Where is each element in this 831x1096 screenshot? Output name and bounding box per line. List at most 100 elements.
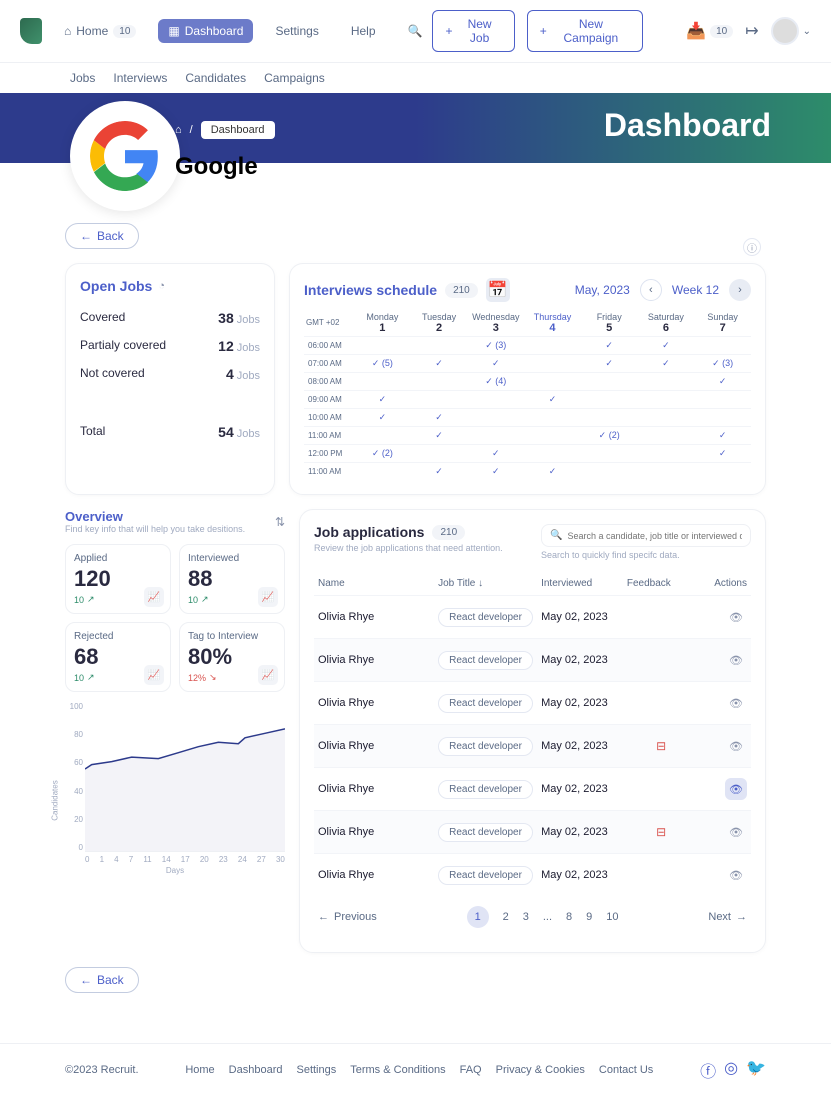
nav-help[interactable]: Help [341, 19, 386, 43]
view-button[interactable]: 👁 [725, 778, 747, 800]
page-number[interactable]: 2 [503, 911, 509, 923]
schedule-day[interactable]: Thursday4 [524, 310, 581, 336]
chart-icon[interactable]: 📈 [258, 587, 278, 607]
table-row[interactable]: Olivia Rhye React developer May 02, 2023… [314, 638, 751, 681]
view-button[interactable]: 👁 [725, 821, 747, 843]
subnav-interviews[interactable]: Interviews [113, 71, 167, 85]
footer-link[interactable]: Settings [296, 1064, 336, 1076]
subnav-jobs[interactable]: Jobs [70, 71, 95, 85]
open-jobs-row: Not covered4Jobs [80, 360, 260, 388]
page-number[interactable]: 9 [586, 911, 592, 923]
overview-title: Overview [65, 509, 245, 524]
table-row[interactable]: Olivia Rhye React developer May 02, 2023… [314, 681, 751, 724]
subnav-campaigns[interactable]: Campaigns [264, 71, 325, 85]
home-icon[interactable]: ⌂ [175, 124, 182, 136]
schedule-day[interactable]: Friday5 [581, 310, 638, 336]
schedule-day[interactable]: Wednesday3 [467, 310, 524, 336]
schedule-slot[interactable]: 07:00 AM✓ (5)✓✓✓✓✓ (3) [304, 354, 751, 372]
page-number[interactable]: 8 [566, 911, 572, 923]
facebook-icon[interactable]: ⓕ [700, 1058, 716, 1082]
new-campaign-button[interactable]: +New Campaign [527, 10, 643, 52]
schedule-slot[interactable]: 11:00 AM✓✓ (2)✓ [304, 426, 751, 444]
twitter-icon[interactable]: 🐦 [746, 1058, 766, 1082]
nav-settings[interactable]: Settings [265, 19, 328, 43]
info-icon[interactable]: ⓘ [743, 238, 761, 256]
table-row[interactable]: Olivia Rhye React developer May 02, 2023… [314, 767, 751, 810]
page-number[interactable]: 1 [467, 906, 489, 928]
nav-home[interactable]: ⌂ Home 10 [54, 19, 146, 43]
schedule-slot[interactable]: 06:00 AM✓ (3)✓✓ [304, 336, 751, 354]
chart-icon[interactable]: 📈 [258, 665, 278, 685]
week-prev-button[interactable]: ‹ [640, 279, 662, 301]
footer-link[interactable]: FAQ [460, 1064, 482, 1076]
schedule-day[interactable]: Tuesday2 [411, 310, 468, 336]
job-title-pill: React developer [438, 694, 533, 713]
schedule-day[interactable]: Monday1 [354, 310, 411, 336]
home-icon: ⌂ [64, 24, 71, 38]
subnav-candidates[interactable]: Candidates [185, 71, 246, 85]
page-number[interactable]: 10 [606, 911, 618, 923]
footer-link[interactable]: Privacy & Cookies [496, 1064, 585, 1076]
prev-button[interactable]: ←Previous [318, 911, 377, 923]
overview-panel: Overview Find key info that will help yo… [65, 509, 285, 953]
schedule-slot[interactable]: 12:00 PM✓ (2)✓✓ [304, 444, 751, 462]
logout-icon[interactable]: ↦ [745, 21, 758, 41]
apps-count: 210 [432, 525, 465, 540]
stat-card: Applied 120 10 ↗ 📈 [65, 544, 171, 614]
logo[interactable] [20, 18, 42, 44]
view-button[interactable]: 👁 [725, 649, 747, 671]
footer: ©2023 Recruit. HomeDashboardSettingsTerm… [0, 1043, 831, 1096]
job-title-pill: React developer [438, 866, 533, 885]
search-input[interactable] [567, 531, 742, 541]
view-button[interactable]: 👁 [725, 735, 747, 757]
profile-menu[interactable]: ⌄ [771, 17, 811, 45]
page-number[interactable]: 3 [523, 911, 529, 923]
footer-link[interactable]: Dashboard [229, 1064, 283, 1076]
table-row[interactable]: Olivia Rhye React developer May 02, 2023… [314, 724, 751, 767]
view-button[interactable]: 👁 [725, 606, 747, 628]
instagram-icon[interactable]: ◎ [724, 1058, 738, 1082]
inbox-badge: 10 [710, 25, 733, 38]
schedule-slot[interactable]: 11:00 AM✓✓✓ [304, 462, 751, 480]
inbox-button[interactable]: 📥 10 [686, 21, 733, 41]
back-button[interactable]: ←Back [65, 223, 139, 249]
search-box[interactable]: 🔍 [541, 524, 751, 547]
schedule-slot[interactable]: 09:00 AM✓✓ [304, 390, 751, 408]
schedule-day[interactable]: Sunday7 [694, 310, 751, 336]
feedback-icon[interactable]: ⊟ [656, 739, 666, 753]
grid-icon: ▦ [168, 24, 179, 38]
footer-link[interactable]: Contact Us [599, 1064, 653, 1076]
week-next-button[interactable]: › [729, 279, 751, 301]
table-row[interactable]: Olivia Rhye React developer May 02, 2023… [314, 853, 751, 896]
footer-link[interactable]: Terms & Conditions [350, 1064, 445, 1076]
chart-icon[interactable]: 📈 [144, 587, 164, 607]
table-row[interactable]: Olivia Rhye React developer May 02, 2023… [314, 810, 751, 853]
search-button[interactable]: 🔍 [398, 19, 433, 43]
schedule-day[interactable]: Saturday6 [638, 310, 695, 336]
view-button[interactable]: 👁 [725, 692, 747, 714]
table-row[interactable]: Olivia Rhye React developer May 02, 2023… [314, 595, 751, 638]
schedule-month: May, 2023 [575, 283, 630, 297]
applicant-name: Olivia Rhye [318, 611, 438, 623]
breadcrumb: ⌂ / Dashboard [175, 121, 275, 139]
footer-link[interactable]: Home [185, 1064, 214, 1076]
schedule-card: Interviews schedule 210 📅 May, 2023 ‹ We… [289, 263, 766, 495]
feedback-icon[interactable]: ⊟ [656, 825, 666, 839]
search-icon: 🔍 [408, 24, 423, 38]
page-number[interactable]: ... [543, 911, 552, 923]
applicant-name: Olivia Rhye [318, 654, 438, 666]
search-icon: 🔍 [550, 530, 562, 541]
chart-icon[interactable]: 📈 [144, 665, 164, 685]
job-title-pill: React developer [438, 651, 533, 670]
filter-icon[interactable]: ⇅ [275, 515, 285, 529]
calendar-icon[interactable]: 📅 [486, 278, 510, 302]
nav-dashboard[interactable]: ▦ Dashboard [158, 19, 253, 43]
new-job-button[interactable]: +New Job [432, 10, 514, 52]
next-button[interactable]: Next→ [708, 911, 747, 923]
schedule-slot[interactable]: 10:00 AM✓✓ [304, 408, 751, 426]
sort-icon[interactable]: ↓ [478, 578, 483, 589]
view-button[interactable]: 👁 [725, 864, 747, 886]
back-button-bottom[interactable]: ←Back [65, 967, 139, 993]
schedule-slot[interactable]: 08:00 AM✓ (4)✓ [304, 372, 751, 390]
candidates-chart: Candidates 100806040200 0147111417202324… [65, 702, 285, 872]
